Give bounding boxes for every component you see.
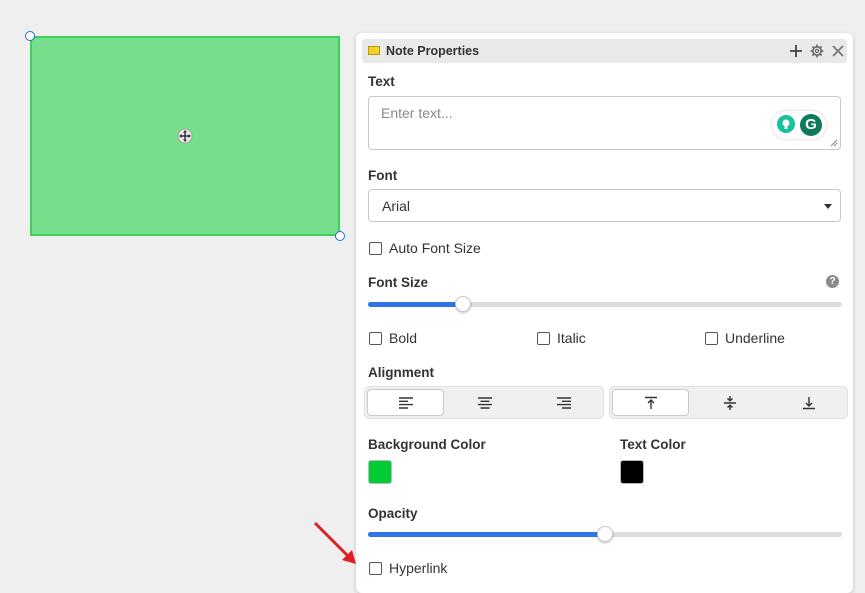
underline-label: Underline	[725, 330, 785, 346]
text-color-swatch[interactable]	[620, 460, 644, 484]
font-select-value: Arial	[382, 198, 411, 214]
move-icon[interactable]	[177, 128, 193, 144]
font-size-label: Font Size	[368, 275, 428, 290]
align-center-icon	[477, 396, 492, 409]
align-left-icon	[398, 396, 413, 409]
note-icon	[368, 46, 380, 55]
panel-header[interactable]: Note Properties	[362, 39, 847, 63]
italic-checkbox[interactable]	[537, 332, 550, 345]
align-bottom-button[interactable]	[770, 389, 847, 416]
align-middle-icon	[723, 395, 736, 410]
grammarly-icon[interactable]: G	[800, 114, 822, 136]
opacity-label: Opacity	[368, 506, 418, 521]
help-icon[interactable]: ?	[826, 275, 839, 288]
text-input-placeholder: Enter text...	[381, 105, 453, 121]
font-size-slider-fill	[368, 302, 463, 307]
align-right-button[interactable]	[525, 389, 602, 416]
red-arrow-icon	[313, 521, 356, 564]
resize-handle-bottom-right[interactable]	[335, 231, 345, 241]
hyperlink-checkbox[interactable]	[369, 562, 382, 575]
font-select[interactable]: Arial	[368, 189, 841, 222]
hyperlink-label: Hyperlink	[389, 560, 448, 576]
opacity-slider-fill	[368, 532, 605, 537]
text-color-label: Text Color	[620, 437, 686, 452]
text-label: Text	[368, 74, 395, 89]
font-size-slider-knob[interactable]	[454, 296, 471, 312]
auto-font-size-checkbox[interactable]	[369, 242, 382, 255]
align-top-icon	[644, 396, 657, 409]
opacity-slider-knob[interactable]	[597, 526, 613, 542]
chevron-down-icon	[824, 204, 832, 209]
grammarly-widget[interactable]: G	[772, 111, 826, 139]
gear-icon[interactable]	[809, 43, 825, 59]
opacity-slider[interactable]	[368, 526, 842, 542]
vertical-alignment-group	[609, 386, 848, 419]
lightbulb-icon[interactable]	[777, 115, 795, 133]
align-left-button[interactable]	[367, 389, 444, 416]
close-icon[interactable]	[830, 43, 846, 59]
bold-checkbox[interactable]	[369, 332, 382, 345]
font-label: Font	[368, 168, 398, 183]
resize-handle-top-left[interactable]	[25, 31, 35, 41]
background-color-swatch[interactable]	[368, 460, 392, 484]
align-center-button[interactable]	[446, 389, 523, 416]
align-right-icon	[556, 396, 571, 409]
note-properties-panel: Note Properties Text Enter text... G Fon…	[356, 33, 853, 593]
background-color-label: Background Color	[368, 437, 486, 452]
text-input[interactable]: Enter text... G	[368, 96, 841, 150]
plus-icon[interactable]	[788, 43, 804, 59]
alignment-label: Alignment	[368, 365, 434, 380]
underline-checkbox[interactable]	[705, 332, 718, 345]
resize-grip-icon[interactable]	[830, 139, 838, 147]
bold-label: Bold	[389, 330, 418, 346]
italic-label: Italic	[557, 330, 586, 346]
align-bottom-icon	[802, 396, 815, 409]
panel-title: Note Properties	[386, 44, 480, 58]
align-top-button[interactable]	[612, 389, 689, 416]
font-size-slider[interactable]	[368, 296, 842, 312]
auto-font-size-label: Auto Font Size	[389, 240, 481, 256]
align-middle-button[interactable]	[691, 389, 768, 416]
horizontal-alignment-group	[364, 386, 604, 419]
